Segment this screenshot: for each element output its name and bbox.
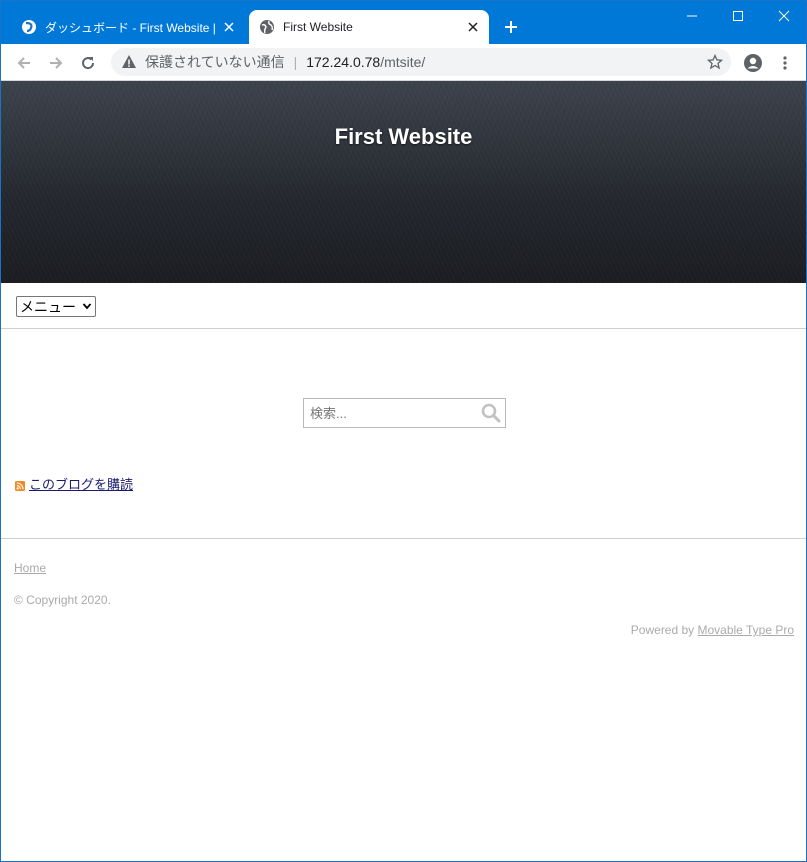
tab-first-website[interactable]: First Website <box>249 10 489 44</box>
arrow-left-icon <box>17 57 30 69</box>
profile-button[interactable] <box>739 49 767 77</box>
globe-icon <box>259 19 275 35</box>
warning-icon[interactable] <box>121 54 137 70</box>
tab-title: First Website <box>283 20 353 34</box>
menu-button[interactable] <box>771 49 799 77</box>
maximize-icon <box>733 11 743 21</box>
navigation-row: メニュー <box>1 283 806 329</box>
copyright-text: © Copyright 2020. <box>14 593 111 607</box>
site-header: First Website <box>1 81 806 283</box>
minimize-icon <box>687 15 697 17</box>
back-button[interactable] <box>10 49 38 77</box>
plus-icon <box>505 21 517 33</box>
close-icon[interactable] <box>217 15 241 39</box>
close-icon[interactable] <box>461 15 485 39</box>
subscribe-link[interactable]: このブログを購読 <box>29 474 133 493</box>
menu-select-value: メニュー <box>20 298 76 315</box>
close-icon <box>778 10 790 22</box>
tab-title: ダッシュボード - First Website | Mov <box>45 20 217 35</box>
reload-button[interactable] <box>74 49 102 77</box>
site-title[interactable]: First Website <box>1 124 806 150</box>
movable-type-link[interactable]: Movable Type Pro <box>698 623 795 637</box>
rss-icon <box>15 479 25 491</box>
tab-dashboard[interactable]: ダッシュボード - First Website | Mov <box>11 10 245 44</box>
movable-type-icon <box>21 19 37 35</box>
powered-by-prefix: Powered by <box>630 623 698 637</box>
browser-window: ダッシュボード - First Website | Mov First Webs… <box>0 0 807 862</box>
reload-icon <box>82 57 95 70</box>
subscribe-row: このブログを購読 <box>15 474 133 493</box>
forward-button[interactable] <box>42 49 70 77</box>
search-icon[interactable] <box>481 403 501 423</box>
maximize-button[interactable] <box>715 1 761 31</box>
footer-divider <box>1 538 806 539</box>
minimize-button[interactable] <box>669 1 715 31</box>
url-host: 172.24.0.78 <box>306 54 381 70</box>
search-form <box>303 398 506 428</box>
footer-home-link[interactable]: Home <box>14 561 46 575</box>
browser-toolbar: 保護されていない通信 | 172.24.0.78/mtsite/ <box>1 44 806 81</box>
arrow-right-icon <box>50 57 63 69</box>
chevron-down-icon <box>82 303 92 310</box>
star-icon[interactable] <box>706 53 724 70</box>
more-vert-icon <box>783 56 787 70</box>
powered-by: Powered by Movable Type Pro <box>631 623 794 637</box>
search-input[interactable] <box>304 399 476 427</box>
omnibox-separator: | <box>293 54 298 70</box>
account-icon <box>744 54 762 72</box>
url-path: /mtsite/ <box>380 54 426 70</box>
close-window-button[interactable] <box>761 1 807 31</box>
new-tab-button[interactable] <box>499 15 523 39</box>
menu-select[interactable]: メニュー <box>16 296 96 317</box>
address-bar[interactable]: 保護されていない通信 | 172.24.0.78/mtsite/ <box>111 48 731 76</box>
security-status[interactable]: 保護されていない通信 <box>145 52 285 72</box>
tab-strip: ダッシュボード - First Website | Mov First Webs… <box>1 1 806 44</box>
